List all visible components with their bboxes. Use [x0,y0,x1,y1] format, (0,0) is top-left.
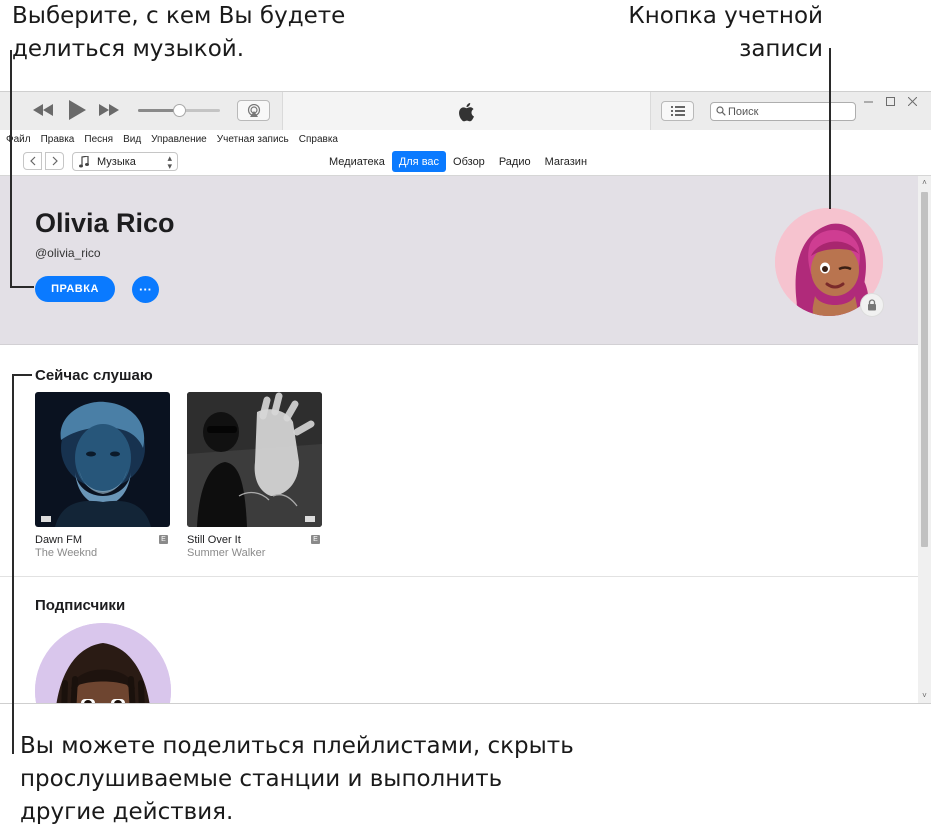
lcd-display [282,92,651,130]
vertical-scrollbar[interactable]: ˄ ˅ [918,176,931,703]
callout-leader-line [829,48,831,209]
followers-heading: Подписчики [35,597,126,614]
album-artist[interactable]: The Weeknd [35,547,97,559]
menu-controls[interactable]: Управление [151,134,207,145]
play-icon [69,100,86,120]
tab-browse[interactable]: Обзор [446,151,492,172]
profile-handle: @olivia_rico [35,246,101,260]
menu-view[interactable]: Вид [123,134,141,145]
callout-more-actions: Вы можете поделиться плейлистами, скрыть… [20,733,574,825]
album-artwork[interactable] [35,392,170,527]
tab-library[interactable]: Медиатека [322,151,392,172]
profile-name: Olivia Rico [35,208,175,238]
close-icon [907,96,917,106]
album-title[interactable]: Dawn FM [35,534,82,546]
search-box[interactable] [710,102,856,121]
album-artwork[interactable] [187,392,322,527]
memoji-follower-icon [35,623,171,703]
main-content[interactable]: Olivia Rico @olivia_rico ПРАВКА ··· Сейч… [0,176,918,703]
tab-for-you[interactable]: Для вас [391,151,447,172]
section-divider [0,576,918,577]
album-artist[interactable]: Summer Walker [187,547,265,559]
follower-avatar[interactable] [35,623,171,703]
scroll-up-icon[interactable]: ˄ [918,178,931,190]
tab-radio[interactable]: Радио [492,151,538,172]
music-app-window: Файл Правка Песня Вид Управление Учетная… [0,91,931,704]
chevron-updown-icon: ▴ ▾ [167,153,172,171]
menu-help[interactable]: Справка [299,134,338,145]
profile-header: Olivia Rico @olivia_rico ПРАВКА ··· [0,176,918,345]
window-controls [857,93,923,109]
music-note-icon [79,155,89,167]
tab-bar: Медиатека Для вас Обзор Радио Магазин [322,151,594,172]
tab-store[interactable]: Магазин [538,151,594,172]
callout-leader-line [10,50,12,286]
menu-account[interactable]: Учетная запись [217,134,289,145]
callout-account-button: Кнопка учетной записи [628,3,823,62]
volume-knob[interactable] [173,104,186,117]
previous-track-button[interactable] [32,101,54,119]
scroll-down-icon[interactable]: ˅ [918,691,931,703]
menu-song[interactable]: Песня [84,134,113,145]
more-options-button[interactable]: ··· [132,276,159,303]
search-icon [716,106,726,116]
up-next-list-button[interactable] [661,101,694,121]
album-cover-image [35,392,170,527]
search-input[interactable] [728,103,852,120]
album-title[interactable]: Still Over It [187,534,241,546]
album-card[interactable]: Still Over It E Summer Walker [187,392,324,559]
rewind-icon [33,104,53,116]
airplay-button[interactable] [237,100,270,121]
airplay-icon [247,103,260,117]
title-bar [0,92,931,130]
forward-button[interactable] [45,152,64,170]
album-cover-image [187,392,322,527]
now-listening-heading: Сейчас слушаю [35,367,153,384]
maximize-icon [885,96,895,106]
navigation-bar: Музыка ▴ ▾ Медиатека Для вас Обзор Радио … [0,148,931,176]
chevron-right-icon [52,156,58,166]
callout-leader-line [10,286,34,288]
close-button[interactable] [901,93,923,109]
callout-leader-line [12,374,14,754]
lock-icon [860,293,884,317]
media-type-selector[interactable]: Музыка ▴ ▾ [72,152,178,171]
edit-profile-button[interactable]: ПРАВКА [35,276,115,302]
scrollbar-thumb[interactable] [921,192,928,547]
volume-slider[interactable] [138,104,220,117]
menu-bar: Файл Правка Песня Вид Управление Учетная… [0,130,931,148]
menu-edit[interactable]: Правка [41,134,75,145]
album-card[interactable]: Dawn FM E The Weeknd [35,392,172,559]
callout-share-music: Выберите, с кем Вы будете делиться музык… [12,3,346,62]
callout-leader-line [12,374,32,376]
apple-logo-icon [459,103,474,122]
explicit-badge: E [159,535,168,544]
maximize-button[interactable] [879,93,901,109]
list-icon [670,106,685,116]
media-type-label: Музыка [97,155,136,168]
minimize-button[interactable] [857,93,879,109]
next-track-button[interactable] [98,101,120,119]
fast-forward-icon [99,104,119,116]
back-button[interactable] [23,152,42,170]
play-button[interactable] [66,99,88,121]
explicit-badge: E [311,535,320,544]
minimize-icon [863,101,873,102]
chevron-left-icon [29,156,35,166]
